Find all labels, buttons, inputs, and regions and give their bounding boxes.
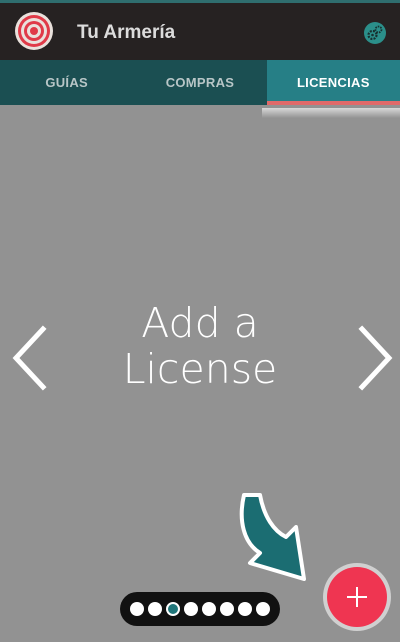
gear-icon[interactable]	[364, 22, 386, 44]
tab-bar: GUÍAS COMPRAS LICENCIAS	[0, 60, 400, 105]
chevron-left-icon[interactable]	[10, 323, 50, 393]
plus-icon	[347, 587, 367, 607]
page-dot[interactable]	[184, 602, 198, 616]
page-dot[interactable]	[238, 602, 252, 616]
headline-line-2: License	[122, 345, 278, 393]
tab-guias[interactable]: GUÍAS	[0, 60, 133, 105]
add-license-headline: Add a License	[90, 300, 310, 392]
license-carousel[interactable]: Add a License	[0, 105, 400, 642]
tab-licencias[interactable]: LICENCIAS	[266, 60, 400, 105]
chevron-right-icon[interactable]	[355, 323, 395, 393]
page-dot[interactable]	[256, 602, 270, 616]
headline-line-1: Add a	[141, 299, 259, 347]
target-icon[interactable]	[14, 11, 54, 51]
app-title: Tu Armería	[77, 22, 176, 43]
tab-compras[interactable]: COMPRAS	[133, 60, 266, 105]
page-dot[interactable]	[202, 602, 216, 616]
app-bar: Tu Armería	[0, 0, 400, 60]
page-dot[interactable]	[220, 602, 234, 616]
add-license-button[interactable]	[327, 567, 387, 627]
curved-arrow-icon	[239, 493, 306, 581]
page-indicator	[120, 592, 280, 626]
page-dot[interactable]	[148, 602, 162, 616]
page-dot-active[interactable]	[166, 602, 180, 616]
page-dot[interactable]	[130, 602, 144, 616]
